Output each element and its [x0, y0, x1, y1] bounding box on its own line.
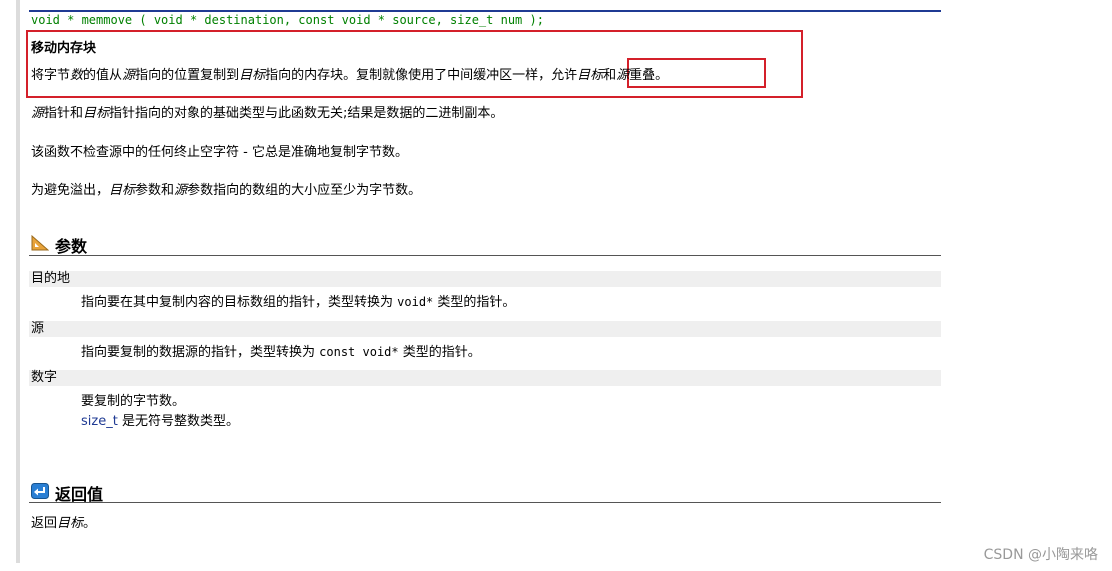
return-value-rule	[29, 502, 941, 503]
description-paragraph-2: 源指针和目标指针指向的对象的基础类型与此函数无关;结果是数据的二进制副本。	[31, 106, 504, 121]
summary-title: 移动内存块	[31, 41, 97, 56]
param-name-source: 源	[29, 321, 941, 337]
parameters-rule	[29, 255, 941, 256]
parameters-heading: 参数	[31, 233, 87, 257]
param-name-destination: 目的地	[29, 271, 941, 287]
description-paragraph-3: 该函数不检查源中的任何终止空字符 - 它总是准确地复制字节数。	[31, 145, 408, 160]
parameters-heading-text: 参数	[55, 237, 88, 256]
description-paragraph-4: 为避免溢出，目标参数和源参数指向的数组的大小应至少为字节数。	[31, 183, 422, 198]
csdn-watermark: CSDN @小陶来咯	[983, 547, 1098, 563]
ruler-triangle-icon	[31, 234, 50, 255]
param-desc-num-type: size_t 是无符号整数类型。	[81, 414, 239, 429]
return-value-text: 返回目标。	[31, 516, 97, 531]
param-name-num: 数字	[29, 370, 941, 386]
function-signature: void * memmove ( void * destination, con…	[31, 13, 544, 27]
description-paragraph-1: 将字节数的值从源指向的位置复制到目标指向的内存块。复制就像使用了中间缓冲区一样，…	[31, 68, 669, 83]
param-desc-source: 指向要复制的数据源的指针，类型转换为 const void* 类型的指针。	[81, 345, 481, 360]
size-t-type-link[interactable]: size_t	[81, 414, 118, 429]
top-rule	[29, 10, 941, 12]
param-desc-num: 要复制的字节数。	[81, 394, 186, 409]
return-arrow-icon	[31, 483, 49, 503]
param-desc-destination: 指向要在其中复制内容的目标数组的指针，类型转换为 void* 类型的指针。	[81, 295, 516, 310]
left-margin-rule	[16, 0, 20, 563]
